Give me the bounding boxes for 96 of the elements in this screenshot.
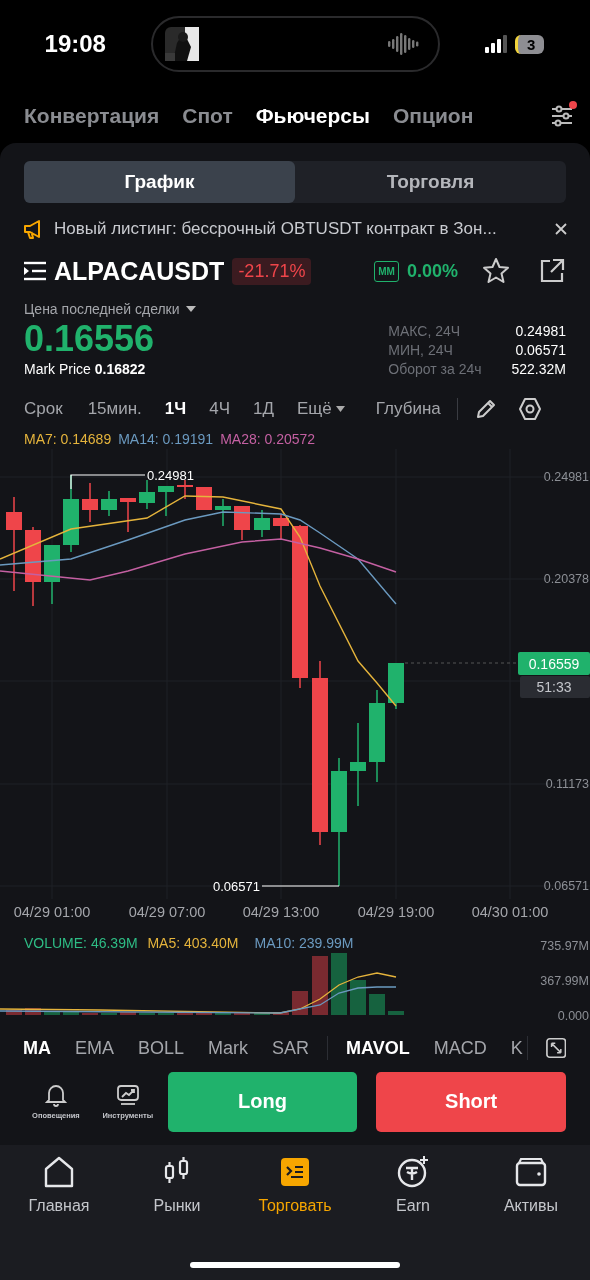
- volume-legend-value: MA5: 403.40M: [147, 935, 239, 951]
- candlestick: [388, 662, 404, 710]
- stat-label: Оборот за 24ч: [388, 361, 482, 377]
- battery-indicator: 3: [515, 34, 545, 54]
- stat-value: 0.06571: [514, 342, 566, 358]
- low-price-label: 0.06571: [213, 879, 260, 894]
- ma-value: MA7: 0.14689: [24, 431, 112, 447]
- chart-screen-icon: [115, 1083, 140, 1107]
- signal-icon: [485, 35, 508, 53]
- time-axis-label: 04/29 07:00: [128, 904, 206, 920]
- nav-tab[interactable]: Активы: [472, 1155, 590, 1215]
- interval-tab[interactable]: 1Ч: [164, 399, 187, 419]
- more-intervals-button[interactable]: Ещё: [297, 399, 345, 419]
- ma-value: MA14: 0.19191: [118, 431, 214, 447]
- last-price-tag: 0.16559: [518, 652, 590, 675]
- high-price-label: 0.24981: [147, 468, 194, 483]
- clock-time: 19:08: [44, 30, 106, 58]
- settings-icon[interactable]: [517, 397, 542, 421]
- settings-icon[interactable]: [550, 103, 574, 128]
- price-type-label[interactable]: Цена последней сделки: [24, 301, 180, 317]
- expand-icon[interactable]: [545, 1037, 566, 1059]
- indicator-tab[interactable]: BOLL: [138, 1037, 185, 1059]
- candlestick: [44, 544, 60, 605]
- volume-axis-label: 367.99M: [540, 974, 589, 988]
- trade-icon: [278, 1155, 312, 1189]
- nav-tab[interactable]: Главная: [0, 1155, 118, 1215]
- stat-value: 0.24981: [514, 323, 566, 339]
- market-tab[interactable]: Фьючерсы: [255, 103, 370, 128]
- indicator-tab[interactable]: K: [510, 1037, 523, 1059]
- home-icon: [42, 1155, 76, 1189]
- notice-text[interactable]: Новый листинг: бессрочный OBTUSDT контракт в Зон...: [54, 219, 542, 239]
- share-icon[interactable]: [538, 257, 566, 285]
- view-tab[interactable]: График: [24, 161, 295, 203]
- candlestick: [234, 505, 250, 541]
- candlestick: [101, 490, 117, 517]
- waveform-icon: [387, 31, 420, 57]
- candlestick: [254, 509, 270, 538]
- dropdown-icon[interactable]: [185, 306, 196, 312]
- interval-tab[interactable]: 4Ч: [209, 399, 231, 419]
- nav-tab[interactable]: Торговать: [236, 1155, 354, 1215]
- candlestick: [82, 482, 98, 523]
- megaphone-icon: [22, 218, 42, 240]
- interval-label: Срок: [24, 399, 63, 419]
- candlestick: [177, 479, 193, 500]
- indicator-tab[interactable]: SAR: [272, 1037, 310, 1059]
- last-price: 0.16556: [24, 317, 156, 361]
- price-axis-label: 0.11173: [545, 777, 589, 791]
- indicator-tab[interactable]: MACD: [433, 1037, 487, 1059]
- time-axis-label: 04/29 01:00: [13, 904, 91, 920]
- coin-plus-icon: [396, 1155, 430, 1189]
- candlestick: [215, 498, 231, 527]
- volume-axis-label: 735.97M: [540, 939, 589, 953]
- mm-badge: MM: [374, 260, 399, 282]
- change-badge: -21.71%: [232, 257, 312, 285]
- indicator-tab[interactable]: Mark: [208, 1037, 249, 1059]
- close-icon[interactable]: [554, 222, 568, 236]
- interval-tab[interactable]: 15мин.: [87, 399, 142, 419]
- market-tab[interactable]: Спот: [182, 103, 233, 128]
- list-icon[interactable]: [24, 260, 46, 282]
- stat-value: 522.32M: [511, 361, 566, 377]
- interval-tab[interactable]: 1Д: [253, 399, 274, 419]
- countdown-tag: 51:33: [520, 676, 590, 698]
- stat-label: МАКС, 24Ч: [388, 323, 462, 339]
- candlestick: [139, 479, 155, 510]
- bell-icon: [43, 1083, 68, 1107]
- mark-price: Mark Price 0.16822: [24, 361, 147, 377]
- star-icon[interactable]: [482, 257, 510, 285]
- nav-tab[interactable]: Earn: [354, 1155, 472, 1215]
- volume-axis-label: 0.000: [557, 1009, 589, 1023]
- indicator-tab[interactable]: MA: [23, 1037, 51, 1059]
- volume-legend-value: VOLUME: 46.39M: [24, 935, 138, 951]
- volume-legend-value: MA10: 239.99M: [254, 935, 354, 951]
- price-axis-label: 0.24981: [543, 470, 589, 484]
- ma-value: MA28: 0.20572: [220, 431, 316, 447]
- price-axis-label: 0.06571: [543, 879, 589, 893]
- candlestick: [196, 486, 212, 511]
- view-tab[interactable]: Торговля: [295, 161, 566, 203]
- market-tab[interactable]: Опцион: [392, 103, 474, 128]
- candlestick: [120, 497, 136, 533]
- stat-label: МИН, 24Ч: [388, 342, 454, 358]
- caret-icon[interactable]: [335, 406, 345, 412]
- wallet-icon: [514, 1155, 548, 1189]
- time-axis-label: 04/29 19:00: [357, 904, 435, 920]
- market-tab[interactable]: Конвертация: [24, 103, 160, 128]
- indicator-tab[interactable]: EMA: [75, 1037, 114, 1059]
- short-button[interactable]: Short: [376, 1071, 566, 1132]
- symbol-name[interactable]: ALPACAUSDT: [54, 256, 225, 286]
- time-axis-label: 04/29 13:00: [242, 904, 320, 920]
- candlestick: [158, 485, 174, 517]
- price-axis-label: 0.20378: [543, 572, 589, 586]
- candlestick: [273, 513, 289, 541]
- indicator-tab[interactable]: MAVOL: [346, 1037, 410, 1059]
- nav-tab[interactable]: Рынки: [118, 1155, 236, 1215]
- mm-rate: 0.00%: [406, 260, 458, 282]
- depth-tab[interactable]: Глубина: [375, 399, 441, 419]
- time-axis-label: 04/30 01:00: [471, 904, 549, 920]
